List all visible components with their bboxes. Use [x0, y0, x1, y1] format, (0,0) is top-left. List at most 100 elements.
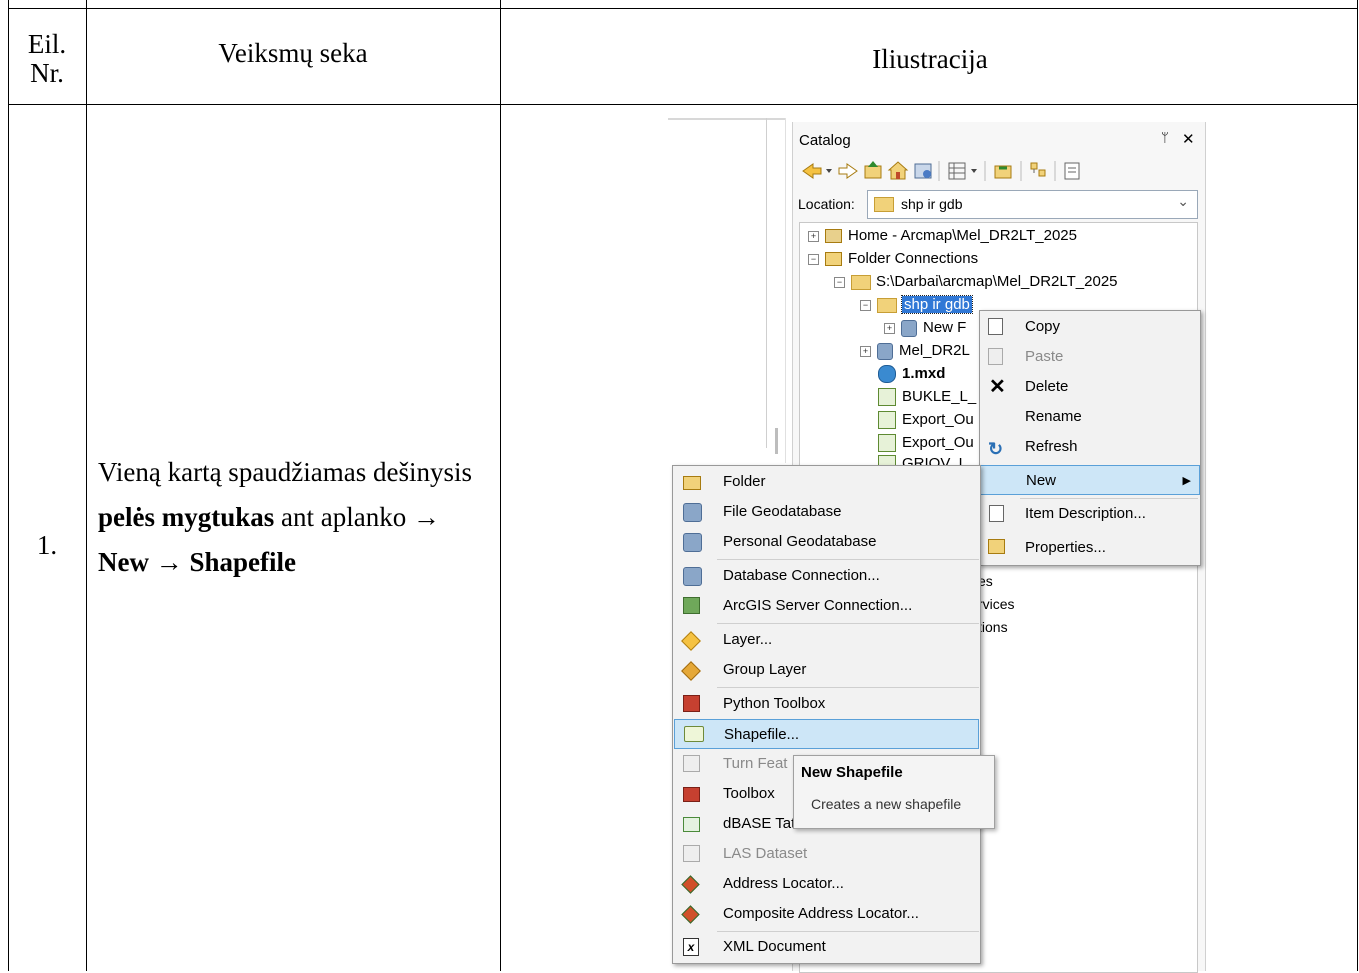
location-label: Location: — [798, 196, 855, 212]
expand-icon[interactable]: + — [860, 345, 871, 357]
item-description-icon — [989, 505, 1004, 522]
tree-item-export1[interactable]: Export_Ou — [878, 411, 974, 430]
submenu-item-group-layer[interactable]: Group Layer — [673, 655, 980, 685]
submenu-item-las-dataset[interactable]: LAS Dataset — [673, 839, 980, 869]
splitter-handle[interactable] — [775, 428, 778, 454]
layer-icon — [681, 631, 701, 651]
map-document-icon — [878, 365, 896, 384]
submenu-item-arcgis-server-connection[interactable]: ArcGIS Server Connection... — [673, 591, 980, 621]
folder-icon — [874, 197, 894, 212]
chevron-down-icon[interactable]: ⌄ — [1177, 194, 1189, 211]
close-icon[interactable]: ✕ — [1182, 130, 1195, 148]
geodatabase-icon — [901, 319, 917, 337]
submenu-item-xml-document[interactable]: x XML Document — [673, 932, 980, 962]
forward-arrow-icon — [838, 163, 858, 179]
menu-item-rename[interactable]: Rename — [980, 402, 1200, 432]
header-illustration: Iliustracija — [872, 44, 988, 74]
xml-document-icon: x — [683, 938, 699, 956]
dbase-table-icon — [683, 817, 700, 832]
tree-item-mxd[interactable]: 1.mxd — [878, 365, 945, 384]
expand-icon[interactable]: + — [884, 322, 895, 334]
menu-item-item-description[interactable]: Item Description... — [980, 499, 1200, 529]
menu-item-delete[interactable]: ✕ Delete — [980, 372, 1200, 402]
group-layer-icon — [681, 661, 701, 681]
submenu-separator — [717, 687, 979, 688]
back-arrow-icon — [802, 163, 822, 179]
tree-item-export2[interactable]: Export_Ou — [878, 434, 974, 453]
submenu-item-personal-geodatabase[interactable]: Personal Geodatabase — [673, 527, 980, 557]
menu-item-properties[interactable]: Properties... — [980, 533, 1200, 563]
submenu-item-layer[interactable]: Layer... — [673, 625, 980, 655]
menu-item-refresh[interactable]: ↻ Refresh — [980, 432, 1200, 462]
tree-item-partial-2[interactable]: rvices — [978, 596, 1015, 612]
tree-item-bukle[interactable]: BUKLE_L_ — [878, 388, 976, 407]
selected-folder-label: shp ir gdb — [901, 295, 973, 314]
collapse-icon[interactable]: − — [860, 299, 871, 311]
header-nr: Eil. Nr. — [27, 29, 67, 88]
submenu-item-shapefile[interactable]: Shapefile... — [674, 719, 979, 749]
location-combobox[interactable]: shp ir gdb ⌄ — [867, 190, 1198, 219]
up-folder-icon — [864, 161, 882, 179]
table-border-right — [1357, 0, 1358, 971]
tree-item-mel[interactable]: + Mel_DR2L — [860, 342, 970, 360]
collapse-icon[interactable]: − — [808, 253, 819, 265]
row-number: 1. — [36, 530, 58, 560]
header-steps: Veiksmų seka — [218, 38, 368, 68]
folder-icon — [683, 476, 701, 490]
server-connection-icon — [683, 597, 700, 614]
address-locator-icon — [681, 875, 700, 894]
refresh-icon: ↻ — [988, 439, 1004, 459]
submenu-arrow-icon: ▶ — [1182, 475, 1191, 487]
menu-item-paste[interactable]: Paste — [980, 342, 1200, 372]
geodatabase-icon — [877, 342, 893, 360]
submenu-item-python-toolbox[interactable]: Python Toolbox — [673, 689, 980, 719]
polygon-shapefile-icon — [878, 411, 896, 430]
menu-item-copy[interactable]: Copy — [980, 312, 1200, 342]
tree-item-folder-connections[interactable]: − Folder Connections — [808, 250, 978, 267]
collapse-icon[interactable]: − — [834, 276, 845, 288]
home-icon — [887, 161, 909, 180]
view-dropdown-icon — [971, 169, 977, 173]
submenu-separator — [717, 623, 979, 624]
pin-icon[interactable]: ᛘ — [1161, 130, 1169, 145]
screenshot-divider-2 — [785, 118, 786, 463]
location-value: shp ir gdb — [901, 196, 963, 212]
tree-item-newf[interactable]: + New F — [884, 319, 966, 337]
connect-folder-icon — [994, 165, 1012, 179]
submenu-item-address-locator[interactable]: Address Locator... — [673, 869, 980, 899]
open-folder-icon — [877, 297, 897, 313]
row-description: Vieną kartą spaudžiamas dešinysis pelės … — [98, 457, 473, 577]
tree-item-griov[interactable]: GRIOV_L_ — [878, 455, 975, 465]
folder-icon — [851, 274, 871, 290]
tree-item-shp-ir-gdb[interactable]: − shp ir gdb — [860, 295, 973, 314]
line-shapefile-icon — [878, 388, 896, 407]
turn-feature-icon — [683, 755, 700, 772]
catalog-toolbar — [799, 158, 1179, 184]
connect-icon — [914, 163, 932, 179]
submenu-item-composite-address-locator[interactable]: Composite Address Locator... — [673, 899, 980, 929]
screenshot-divider — [766, 118, 767, 448]
composite-address-locator-icon — [681, 905, 700, 924]
submenu-item-file-geodatabase[interactable]: File Geodatabase — [673, 497, 980, 527]
expand-icon[interactable]: + — [808, 230, 819, 242]
home-folder-icon — [825, 229, 842, 244]
python-toolbox-icon — [683, 695, 700, 712]
submenu-item-folder[interactable]: Folder — [673, 467, 980, 497]
table-border-col2 — [500, 0, 501, 971]
tooltip-text: Creates a new shapefile — [811, 796, 962, 812]
table-border-col1 — [86, 0, 87, 971]
tree-item-home[interactable]: + Home - Arcmap\Mel_DR2LT_2025 — [808, 227, 1077, 244]
folder-connections-icon — [825, 252, 842, 267]
point-shapefile-icon — [878, 434, 896, 453]
file-geodatabase-icon — [683, 503, 702, 522]
menu-item-new[interactable]: New ▶ — [980, 465, 1200, 495]
table-border-header-bottom — [8, 104, 1358, 105]
context-menu: Copy Paste ✕ Delete Rename ↻ Refresh New ▶ … — [979, 310, 1201, 566]
tooltip-title: New Shapefile — [801, 764, 903, 781]
properties-icon — [988, 539, 1005, 554]
tree-item-partial-3[interactable]: tions — [978, 619, 1008, 635]
las-dataset-icon — [683, 845, 700, 862]
toolbox-icon — [683, 787, 700, 802]
tree-item-sdarbai[interactable]: − S:\Darbai\arcmap\Mel_DR2LT_2025 — [834, 273, 1118, 290]
submenu-item-database-connection[interactable]: Database Connection... — [673, 561, 980, 591]
